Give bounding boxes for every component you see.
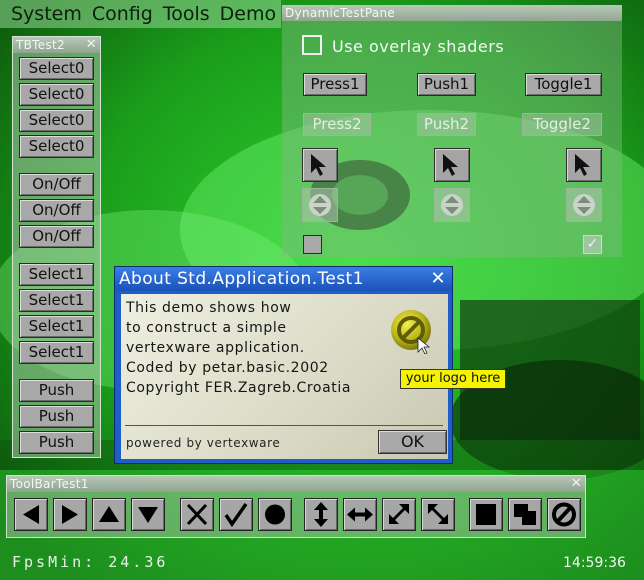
arrow-up-button[interactable] (92, 498, 126, 531)
up-down-arrows-icon (441, 194, 463, 216)
select1-button-3[interactable]: Select1 (19, 315, 94, 338)
push-button-1[interactable]: Push (19, 379, 94, 402)
about-dialog: About Std.Application.Test1 ✕ This demo … (114, 266, 506, 464)
dynamic-pane-titlebar[interactable]: DynamicTestPane (282, 5, 622, 21)
cascade-squares-button[interactable] (508, 498, 542, 531)
close-icon[interactable]: ✕ (86, 37, 97, 53)
select1-button-1[interactable]: Select1 (19, 263, 94, 286)
pointer-icon (311, 154, 326, 176)
about-line-5: Copyright FER.Zagreb.Croatia (126, 380, 352, 396)
pointer-button-1[interactable] (302, 148, 338, 182)
toggle2-button[interactable]: Toggle2 (522, 113, 602, 136)
resize-vertical-icon (314, 502, 328, 527)
resize-vertical-button[interactable] (304, 498, 338, 531)
spin-button-1[interactable] (302, 188, 338, 222)
resize-horizontal-icon (347, 507, 373, 522)
about-line-1: This demo shows how (126, 300, 292, 316)
onoff-button-3[interactable]: On/Off (19, 225, 94, 248)
menu-demo[interactable]: Demo (215, 3, 281, 25)
arrow-left-button[interactable] (14, 498, 48, 531)
up-down-arrows-icon (573, 194, 595, 216)
about-body: This demo shows how to construct a simpl… (121, 294, 448, 459)
square-button[interactable] (469, 498, 503, 531)
pointer-icon (443, 154, 458, 176)
resize-horizontal-button[interactable] (343, 498, 377, 531)
toolbar-title: ToolBarTest1 (10, 477, 89, 491)
toolbar-titlebar[interactable]: ToolBarTest1 ✕ (7, 476, 585, 492)
powered-by-label: powered by vertexware (126, 436, 281, 450)
menu-config[interactable]: Config (87, 3, 158, 25)
no-entry-button[interactable] (547, 498, 581, 531)
tbtest2-window: TBTest2 ✕ Select0 Select0 Select0 Select… (12, 36, 101, 458)
arrow-right-button[interactable] (53, 498, 87, 531)
arrow-left-icon (23, 505, 39, 524)
circle-icon (265, 504, 285, 525)
check-icon (224, 502, 248, 528)
no-entry-icon (552, 502, 576, 527)
up-down-arrows-icon (309, 194, 331, 216)
pointer-button-2[interactable] (434, 148, 470, 182)
resize-diagonal-ne-button[interactable] (382, 498, 416, 531)
about-divider (125, 425, 443, 426)
pointer-button-3[interactable] (566, 148, 602, 182)
overlay-shaders-label: Use overlay shaders (332, 37, 505, 56)
push-button-2[interactable]: Push (19, 405, 94, 428)
checked-box[interactable]: ✓ (583, 235, 602, 254)
push1-button[interactable]: Push1 (417, 73, 476, 96)
select1-button-4[interactable]: Select1 (19, 341, 94, 364)
tbtest2-titlebar[interactable]: TBTest2 ✕ (13, 37, 100, 53)
fps-readout: FpsMin: 24.36 (12, 553, 169, 571)
toggle-box[interactable] (303, 235, 322, 254)
clock: 14:59:36 (563, 555, 626, 571)
resize-diagonal-se-button[interactable] (421, 498, 455, 531)
spin-button-2[interactable] (434, 188, 470, 222)
arrow-up-icon (99, 506, 119, 522)
cross-icon (186, 503, 208, 526)
logo-caption: your logo here (400, 369, 506, 389)
onoff-button-2[interactable]: On/Off (19, 199, 94, 222)
push2-button[interactable]: Push2 (417, 113, 476, 136)
circle-button[interactable] (258, 498, 292, 531)
logo-icon (391, 310, 431, 354)
select0-button-3[interactable]: Select0 (19, 109, 94, 132)
select0-button-4[interactable]: Select0 (19, 135, 94, 158)
arrow-down-button[interactable] (131, 498, 165, 531)
overlay-shaders-checkbox[interactable] (302, 35, 322, 55)
square-icon (476, 504, 496, 525)
tbtest2-title: TBTest2 (16, 38, 65, 52)
dynamic-pane-title: DynamicTestPane (285, 6, 396, 20)
ok-button[interactable]: OK (378, 430, 447, 454)
about-line-4: Coded by petar.basic.2002 (126, 360, 329, 376)
pointer-icon (575, 154, 590, 176)
toolbar-test1-window: ToolBarTest1 ✕ (6, 475, 586, 538)
resize-diagonal-ne-icon (389, 504, 409, 524)
about-line-2: to construct a simple (126, 320, 287, 336)
arrow-down-icon (138, 507, 158, 523)
dynamic-test-pane: DynamicTestPane Use overlay shaders Pres… (282, 5, 622, 257)
select0-button-1[interactable]: Select0 (19, 57, 94, 80)
menu-system[interactable]: System (6, 3, 87, 25)
spin-button-3[interactable] (566, 188, 602, 222)
cross-button[interactable] (180, 498, 214, 531)
resize-diagonal-se-icon (428, 504, 448, 524)
onoff-button-1[interactable]: On/Off (19, 173, 94, 196)
cascade-squares-icon (514, 504, 536, 525)
about-line-3: vertexware application. (126, 340, 305, 356)
push-button-3[interactable]: Push (19, 431, 94, 454)
arrow-right-icon (62, 505, 78, 524)
menubar: System Config Tools Demo (0, 0, 282, 28)
about-titlebar[interactable]: About Std.Application.Test1 ✕ (115, 267, 452, 291)
press2-button[interactable]: Press2 (303, 113, 371, 136)
select0-button-2[interactable]: Select0 (19, 83, 94, 106)
toggle1-button[interactable]: Toggle1 (525, 73, 602, 96)
about-title: About Std.Application.Test1 (119, 269, 364, 289)
check-button[interactable] (219, 498, 253, 531)
press1-button[interactable]: Press1 (303, 73, 367, 96)
select1-button-2[interactable]: Select1 (19, 289, 94, 312)
menu-tools[interactable]: Tools (158, 3, 215, 25)
close-icon[interactable]: ✕ (431, 267, 446, 291)
close-icon[interactable]: ✕ (571, 476, 582, 492)
